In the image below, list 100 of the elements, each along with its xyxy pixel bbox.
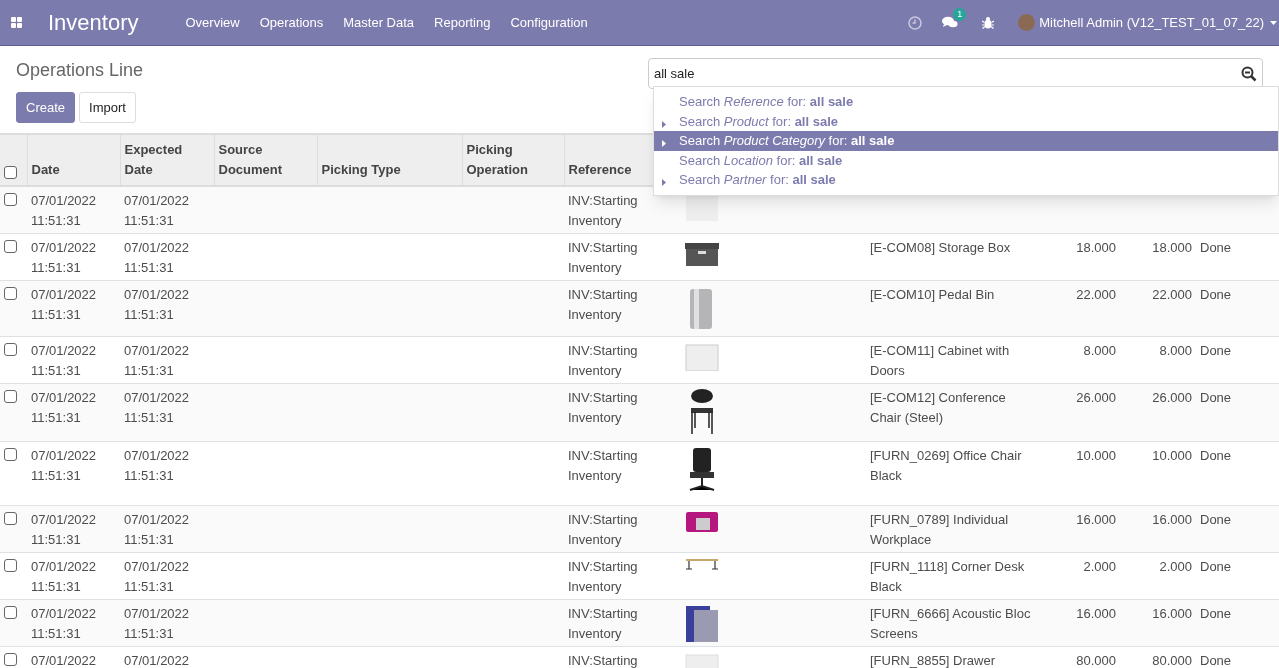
reference-cell: INV:Starting Inventory xyxy=(568,559,638,594)
expected-date-cell: 07/01/2022 11:51:31 xyxy=(124,193,190,228)
expected-date-cell: 07/01/2022 11:51:31 xyxy=(124,343,190,378)
expected-date-cell: 07/01/2022 11:51:31 xyxy=(124,287,190,322)
bug-icon[interactable] xyxy=(982,16,995,29)
product-cell: [FURN_1118] Corner Desk Black xyxy=(870,559,1025,594)
quantity-done-cell: 16.000 xyxy=(1152,512,1192,527)
reference-cell: INV:Starting xyxy=(568,653,638,668)
expected-date-cell: 07/01/2022 11:51:31 xyxy=(124,448,190,483)
expected-date-cell: 07/01/2022 11:51:31 xyxy=(124,512,190,547)
product-cell: [FURN_0789] Individual Workplace xyxy=(870,512,1009,547)
product-cell: [E-COM08] Storage Box xyxy=(870,240,1011,255)
product-cell: [E-COM11] Cabinet with Doors xyxy=(870,343,1010,378)
row-checkbox[interactable] xyxy=(4,390,17,403)
quantity-done-cell: 2.000 xyxy=(1159,559,1192,574)
quantity-cell: 18.000 xyxy=(1076,240,1116,255)
status-cell: Done xyxy=(1200,343,1232,358)
search-text: all sale xyxy=(654,64,696,83)
row-checkbox[interactable] xyxy=(4,559,17,572)
create-button[interactable]: Create xyxy=(16,92,76,123)
row-checkbox[interactable] xyxy=(4,653,17,666)
date-cell: 07/01/2022 11:51:31 xyxy=(31,343,97,378)
product-cell: [FURN_0269] Office Chair Black xyxy=(870,448,1022,483)
row-checkbox[interactable] xyxy=(4,193,17,206)
quantity-cell: 80.000 xyxy=(1076,653,1116,668)
quantity-cell: 16.000 xyxy=(1076,606,1116,621)
product-cell: [E-COM10] Pedal Bin xyxy=(870,287,995,302)
chat-icon[interactable] xyxy=(942,16,959,29)
product-cell: [E-COM12] Conference Chair (Steel) xyxy=(870,390,1006,425)
product-cell: [FURN_6666] Acoustic Bloc Screens xyxy=(870,606,1031,641)
column-header[interactable]: Expected Date xyxy=(120,134,214,186)
row-checkbox[interactable] xyxy=(4,448,17,461)
search-suggestion[interactable]: Search Product for: all sale xyxy=(654,111,1278,131)
menu-item[interactable]: Configuration xyxy=(510,12,588,33)
date-cell: 07/01/2022 11:51:31 xyxy=(31,240,97,275)
search-suggestion[interactable]: Search Reference for: all sale xyxy=(654,92,1278,112)
column-header[interactable]: Date xyxy=(27,134,120,186)
column-header[interactable]: Picking Operation xyxy=(462,134,564,186)
status-cell: Done xyxy=(1200,448,1232,463)
quantity-cell: 16.000 xyxy=(1076,512,1116,527)
reference-cell: INV:Starting Inventory xyxy=(568,390,638,425)
quantity-cell: 26.000 xyxy=(1076,390,1116,405)
quantity-done-cell: 26.000 xyxy=(1152,390,1192,405)
column-header[interactable]: Source Document xyxy=(214,134,317,186)
search-suggestion[interactable]: Search Product Category for: all sale xyxy=(654,131,1278,151)
expand-caret-icon[interactable] xyxy=(662,120,666,128)
page-title: Operations Line xyxy=(16,59,145,82)
status-cell: Done xyxy=(1200,512,1232,527)
expected-date-cell: 07/01/2022 11:51:31 xyxy=(124,240,190,275)
status-cell: Done xyxy=(1200,559,1232,574)
status-cell: Done xyxy=(1200,653,1232,668)
expand-caret-icon[interactable] xyxy=(662,179,666,186)
quantity-cell: 22.000 xyxy=(1076,287,1116,302)
row-checkbox[interactable] xyxy=(4,287,17,300)
app-title[interactable]: Inventory xyxy=(48,6,139,39)
status-cell: Done xyxy=(1200,390,1232,405)
row-checkbox[interactable] xyxy=(4,240,17,253)
date-cell: 07/01/2022 11:51:31 xyxy=(31,606,97,641)
date-cell: 07/01/2022 xyxy=(31,653,97,668)
quantity-done-cell: 10.000 xyxy=(1152,448,1192,463)
apps-menu-icon[interactable] xyxy=(11,17,22,28)
expected-date-cell: 07/01/2022 11:51:31 xyxy=(124,606,190,641)
menu-item[interactable]: Reporting xyxy=(434,12,491,33)
quantity-done-cell: 80.000 xyxy=(1152,653,1192,668)
quantity-done-cell: 18.000 xyxy=(1152,240,1192,255)
row-checkbox[interactable] xyxy=(4,343,17,356)
reference-cell: INV:Starting Inventory xyxy=(568,240,638,275)
product-image xyxy=(684,604,720,642)
column-header[interactable]: Picking Type xyxy=(317,134,462,186)
caret-icon[interactable] xyxy=(1270,20,1277,25)
date-cell: 07/01/2022 11:51:31 xyxy=(31,390,97,425)
reference-cell: INV:Starting Inventory xyxy=(568,193,638,228)
row-checkbox[interactable] xyxy=(4,512,17,525)
import-button[interactable]: Import xyxy=(79,92,136,123)
status-cell: Done xyxy=(1200,240,1232,255)
date-cell: 07/01/2022 11:51:31 xyxy=(31,512,97,547)
search-icon[interactable] xyxy=(1241,65,1257,82)
menu-item[interactable]: Master Data xyxy=(343,12,415,33)
user-menu[interactable]: Mitchell Admin (V12_TEST_01_07_22) xyxy=(1039,12,1264,33)
menu-item[interactable]: Overview xyxy=(185,12,240,33)
date-cell: 07/01/2022 11:51:31 xyxy=(31,559,97,594)
product-cell: [FURN_8855] Drawer xyxy=(870,653,995,668)
message-count-badge: 1 xyxy=(953,8,967,21)
quantity-done-cell: 8.000 xyxy=(1159,343,1192,358)
quantity-cell: 8.000 xyxy=(1083,343,1116,358)
reference-cell: INV:Starting Inventory xyxy=(568,512,638,547)
product-image xyxy=(684,341,720,371)
expand-caret-icon[interactable] xyxy=(662,140,666,147)
select-all-checkbox[interactable] xyxy=(4,166,17,179)
row-checkbox[interactable] xyxy=(4,606,17,619)
expected-date-cell: 07/01/2022 11:51:31 xyxy=(124,390,190,425)
quantity-cell: 10.000 xyxy=(1076,448,1116,463)
menu-item[interactable]: Operations xyxy=(259,12,324,33)
quantity-done-cell: 16.000 xyxy=(1152,606,1192,621)
status-cell: Done xyxy=(1200,606,1232,621)
status-cell: Done xyxy=(1200,287,1232,302)
expected-date-cell: 07/01/2022 xyxy=(124,653,190,668)
date-cell: 07/01/2022 11:51:31 xyxy=(31,193,97,228)
quantity-cell: 2.000 xyxy=(1083,559,1116,574)
date-cell: 07/01/2022 11:51:31 xyxy=(31,448,97,483)
